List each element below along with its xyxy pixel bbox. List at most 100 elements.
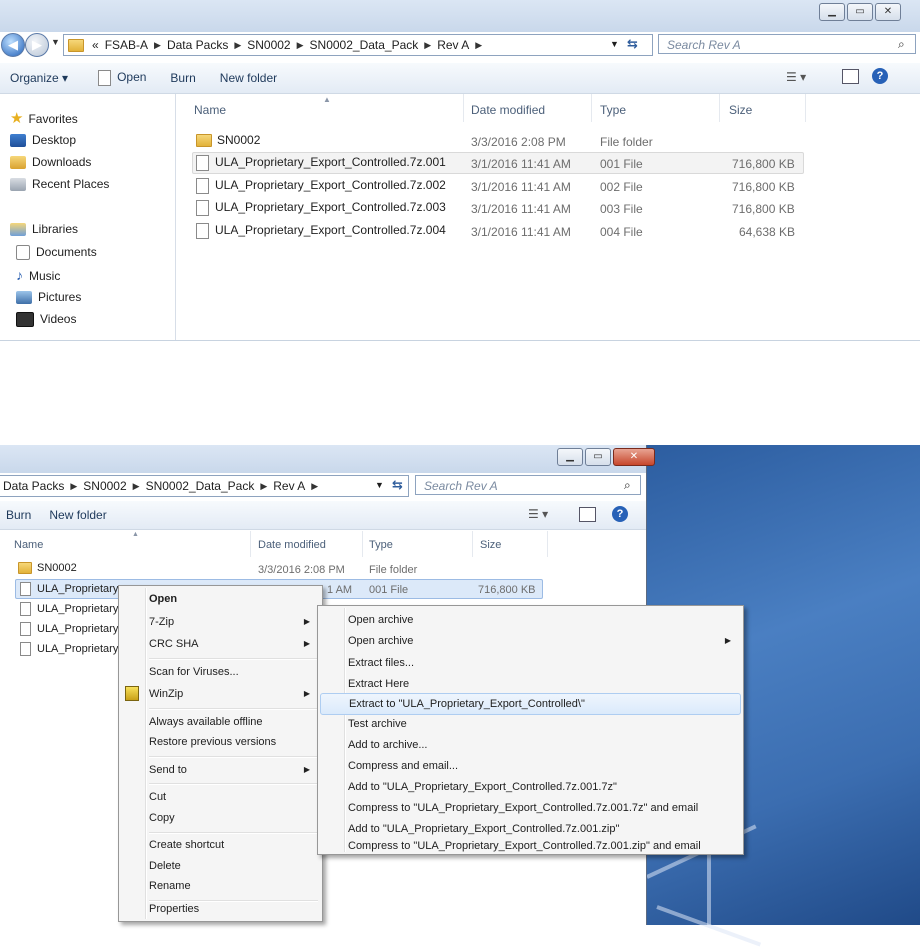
view-options-icon[interactable]: ☰ ▾ <box>786 70 806 84</box>
new-folder-button[interactable]: New folder <box>208 71 289 85</box>
column-header-type[interactable]: Type <box>600 103 626 117</box>
refresh-icon[interactable]: ⇆ <box>392 477 403 493</box>
file-row[interactable]: ULA_Proprietary_ <box>20 602 124 616</box>
burn-button[interactable]: Burn <box>158 71 207 85</box>
forward-button[interactable]: ▶ <box>25 33 49 57</box>
column-header-name[interactable]: Name <box>194 103 226 117</box>
column-divider[interactable] <box>472 531 473 557</box>
menu-item-scan-viruses[interactable]: Scan for Viruses... <box>121 661 320 683</box>
file-row[interactable]: ULA_Proprietary_ <box>20 582 124 596</box>
address-dropdown-icon[interactable]: ▼ <box>375 480 384 490</box>
close-button[interactable]: ✕ <box>613 448 655 466</box>
file-row[interactable]: SN0002 <box>196 133 260 148</box>
organize-button[interactable]: Organize ▾ <box>0 71 80 85</box>
file-row[interactable]: ULA_Proprietary_Export_Controlled.7z.004 <box>196 223 446 239</box>
nav-music[interactable]: ♪ Music <box>16 267 60 283</box>
menu-item-extract-to[interactable]: Extract to "ULA_Proprietary_Export_Contr… <box>320 693 741 715</box>
column-divider[interactable] <box>362 531 363 557</box>
menu-item-test-archive[interactable]: Test archive <box>320 713 741 735</box>
menu-item-compress-zip-email[interactable]: Compress to "ULA_Proprietary_Export_Cont… <box>320 839 741 853</box>
column-divider[interactable] <box>463 94 464 122</box>
column-divider[interactable] <box>591 94 592 122</box>
menu-item-restore[interactable]: Restore previous versions <box>121 731 320 753</box>
nav-desktop[interactable]: Desktop <box>10 133 76 148</box>
chevron-right-icon[interactable]: ▶ <box>472 40 485 51</box>
address-bar[interactable]: « FSAB-A ▶ Data Packs ▶ SN0002 ▶ SN0002_Dat… <box>63 34 653 56</box>
menu-item-add-zip[interactable]: Add to "ULA_Proprietary_Export_Controlle… <box>320 818 741 840</box>
column-header-date[interactable]: Date modified <box>471 103 545 117</box>
search-icon[interactable]: ⌕ <box>898 37 905 52</box>
nav-recent-places[interactable]: Recent Places <box>10 177 109 192</box>
chevron-right-icon[interactable]: ▶ <box>67 481 80 492</box>
menu-item-rename[interactable]: Rename <box>121 875 320 897</box>
chevron-right-icon[interactable]: ▶ <box>231 40 244 51</box>
menu-item-extract-here[interactable]: Extract Here <box>320 673 741 695</box>
menu-item-open-archive[interactable]: Open archive <box>320 609 741 631</box>
nav-libraries[interactable]: Libraries <box>10 222 78 237</box>
breadcrumb-data-packs[interactable]: Data Packs <box>164 38 231 52</box>
nav-pictures[interactable]: Pictures <box>16 290 81 305</box>
file-row[interactable]: ULA_Proprietary_ <box>20 622 124 636</box>
recent-pages-icon[interactable]: ▼ <box>51 37 60 47</box>
menu-item-compress-7z-email[interactable]: Compress to "ULA_Proprietary_Export_Cont… <box>320 797 741 819</box>
chevron-right-icon[interactable]: ▶ <box>257 481 270 492</box>
breadcrumb-rev-a[interactable]: Rev A <box>434 38 472 52</box>
file-row[interactable]: ULA_Proprietary_Export_Controlled.7z.003 <box>196 200 446 216</box>
column-header-date[interactable]: Date modified <box>258 539 326 551</box>
menu-item-send-to[interactable]: Send to ▶ <box>121 759 320 781</box>
minimize-button[interactable]: ▁ <box>819 3 845 21</box>
menu-item-copy[interactable]: Copy <box>121 807 320 829</box>
breadcrumb-sn0002[interactable]: SN0002 <box>244 38 293 52</box>
view-options-icon[interactable]: ☰ ▾ <box>528 507 548 521</box>
column-divider[interactable] <box>547 531 548 557</box>
search-icon[interactable]: ⌕ <box>624 478 631 493</box>
address-dropdown-icon[interactable]: ▼ <box>610 39 619 49</box>
column-divider[interactable] <box>719 94 720 122</box>
preview-pane-icon[interactable] <box>579 507 596 522</box>
help-icon[interactable]: ? <box>872 68 888 84</box>
search-input[interactable]: Search Rev A <box>415 475 641 495</box>
refresh-icon[interactable]: ⇆ <box>627 36 638 52</box>
menu-item-create-shortcut[interactable]: Create shortcut <box>121 834 320 856</box>
menu-item-offline[interactable]: Always available offline <box>121 711 320 733</box>
column-divider[interactable] <box>250 531 251 557</box>
column-header-type[interactable]: Type <box>369 539 393 551</box>
breadcrumb-sn0002[interactable]: SN0002 <box>80 479 129 493</box>
menu-item-properties[interactable]: Properties <box>121 898 320 920</box>
chevron-right-icon[interactable]: ▶ <box>151 40 164 51</box>
search-input[interactable]: Search Rev A <box>658 34 916 54</box>
file-row[interactable]: SN0002 <box>18 562 77 575</box>
close-button[interactable]: ✕ <box>875 3 901 21</box>
menu-item-crc-sha[interactable]: CRC SHA ▶ <box>121 633 320 655</box>
file-row[interactable]: ULA_Proprietary_Export_Controlled.7z.001 <box>196 155 446 171</box>
menu-item-open[interactable]: Open <box>121 588 320 610</box>
maximize-button[interactable]: ▭ <box>585 448 611 466</box>
nav-documents[interactable]: Documents <box>16 245 97 261</box>
menu-item-compress-email[interactable]: Compress and email... <box>320 755 741 777</box>
menu-item-add-7z[interactable]: Add to "ULA_Proprietary_Export_Controlle… <box>320 776 741 798</box>
preview-pane-icon[interactable] <box>842 69 859 84</box>
breadcrumb-fsab-a[interactable]: FSAB-A <box>102 38 151 52</box>
breadcrumb-rev-a[interactable]: Rev A <box>270 479 308 493</box>
menu-item-cut[interactable]: Cut <box>121 786 320 808</box>
menu-item-7zip[interactable]: 7-Zip ▶ <box>121 611 320 633</box>
menu-item-open-archive-sub[interactable]: Open archive ▶ <box>320 630 741 652</box>
column-divider[interactable] <box>805 94 806 122</box>
file-row[interactable]: ULA_Proprietary_Export_Controlled.7z.002 <box>196 178 446 194</box>
menu-item-add-to-archive[interactable]: Add to archive... <box>320 734 741 756</box>
help-icon[interactable]: ? <box>612 506 628 522</box>
nav-videos[interactable]: Videos <box>16 312 76 328</box>
nav-favorites[interactable]: ★ Favorites <box>10 109 78 127</box>
chevron-right-icon[interactable]: ▶ <box>421 40 434 51</box>
new-folder-button[interactable]: New folder <box>43 508 118 522</box>
back-button[interactable]: ◀ <box>1 33 25 57</box>
breadcrumb-overflow[interactable]: « <box>89 38 102 52</box>
address-bar[interactable]: Data Packs ▶ SN0002 ▶ SN0002_Data_Pack ▶ Re… <box>0 475 409 497</box>
chevron-right-icon[interactable]: ▶ <box>308 481 321 492</box>
minimize-button[interactable]: ▁ <box>557 448 583 466</box>
chevron-right-icon[interactable]: ▶ <box>294 40 307 51</box>
burn-button[interactable]: Burn <box>0 508 43 522</box>
menu-item-delete[interactable]: Delete <box>121 855 320 877</box>
maximize-button[interactable]: ▭ <box>847 3 873 21</box>
nav-downloads[interactable]: Downloads <box>10 155 91 170</box>
